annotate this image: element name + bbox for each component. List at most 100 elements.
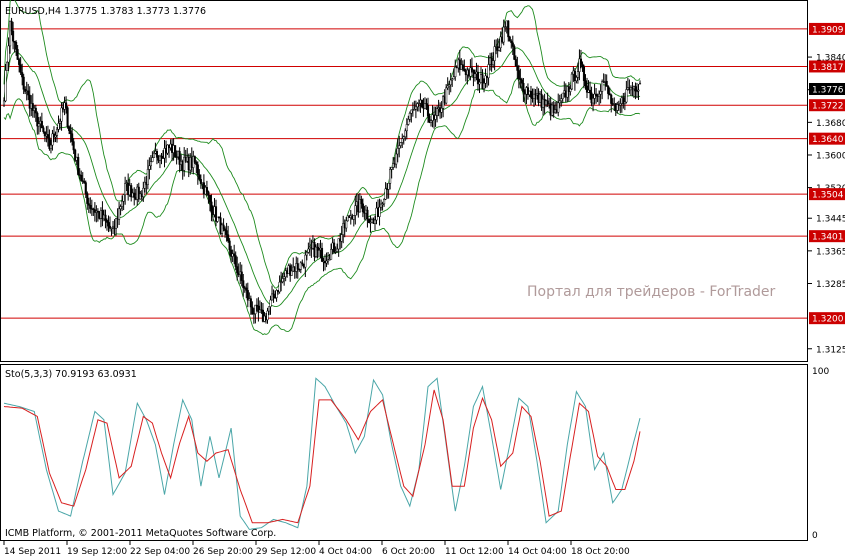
time-tick-label-0: 14 Sep 2011 xyxy=(4,547,61,557)
candle-body xyxy=(210,201,213,213)
candle-body xyxy=(42,127,45,132)
candle-body xyxy=(72,141,75,151)
candle-body xyxy=(634,86,637,92)
candle-body xyxy=(57,123,60,130)
candle-body xyxy=(66,107,69,127)
candle-body xyxy=(242,280,245,288)
candle-body xyxy=(492,60,495,66)
candle-body xyxy=(405,124,408,132)
candle-body xyxy=(440,107,443,113)
stochastic-panel: Sto(5,3,3) 70.9193 63.0931 ICMB Platform… xyxy=(0,364,829,541)
candle-body xyxy=(37,123,40,127)
candle-body xyxy=(5,61,9,71)
candle-body xyxy=(333,242,336,253)
candle-body xyxy=(205,187,208,193)
candle-body xyxy=(152,152,155,158)
candle-body xyxy=(454,66,457,78)
candle-body xyxy=(207,191,210,196)
candle-body xyxy=(21,72,24,78)
price-ticks: 1.38401.37601.36801.36001.35201.34451.33… xyxy=(808,54,845,355)
candle-body xyxy=(352,215,355,220)
candle-body xyxy=(605,80,608,87)
candle-body xyxy=(581,63,584,68)
candle-body xyxy=(87,203,90,206)
candle-body xyxy=(296,263,299,270)
candle-body xyxy=(520,79,523,84)
candle-body xyxy=(354,205,357,216)
candle-body xyxy=(146,169,149,185)
candle-body xyxy=(330,249,333,260)
candle-body xyxy=(493,46,496,61)
level-label-0: 1.3909 xyxy=(812,25,844,35)
candle-body xyxy=(582,66,586,81)
candle xyxy=(66,106,69,129)
stochastic-title: Sto(5,3,3) 70.9193 63.0931 xyxy=(5,369,137,380)
candle-body xyxy=(576,71,579,78)
candle xyxy=(570,71,573,90)
candle-body xyxy=(511,42,514,47)
time-tick-label-7: 11 Oct 12:00 xyxy=(445,547,504,557)
candle-body xyxy=(278,281,281,293)
candle-body xyxy=(325,260,328,264)
price-tick-label-5: 1.3445 xyxy=(816,215,845,225)
candle-body xyxy=(360,199,363,205)
candle-body xyxy=(124,183,127,196)
candle-body xyxy=(560,98,563,102)
candle-body xyxy=(68,126,71,131)
candle-body xyxy=(502,26,505,43)
candle-body xyxy=(80,175,83,181)
candle-body xyxy=(508,36,511,42)
candle-body xyxy=(77,157,80,175)
candle-body xyxy=(429,120,433,123)
candle-body xyxy=(345,220,348,229)
candle-body xyxy=(84,182,87,194)
candle-body xyxy=(436,108,439,116)
candle-body xyxy=(118,208,121,220)
candle-body xyxy=(236,266,239,274)
candle-body xyxy=(408,112,411,120)
candle-body xyxy=(86,193,89,204)
candle-body xyxy=(516,65,519,71)
candle-body xyxy=(638,82,642,85)
time-axis: 14 Sep 2011 19 Sep 12:00 22 Sep 04:00 26 Se… xyxy=(3,541,630,557)
candle-body xyxy=(473,73,476,78)
candle-body xyxy=(281,278,284,282)
level-label-3: 1.3640 xyxy=(812,135,844,145)
candle-body xyxy=(269,299,272,307)
candle-body xyxy=(225,230,228,235)
candle-body xyxy=(55,129,59,136)
candle-body xyxy=(267,306,271,312)
candle-body xyxy=(251,306,254,315)
candle xyxy=(513,44,516,61)
candle-body xyxy=(487,64,490,78)
candle-body xyxy=(402,136,405,139)
candle-body xyxy=(570,73,573,90)
candle-body xyxy=(290,270,293,276)
candle-body xyxy=(361,203,364,213)
candle-body xyxy=(19,64,22,73)
candle-body xyxy=(58,120,62,124)
candle-body xyxy=(151,157,154,162)
candle-body xyxy=(395,153,398,165)
candle-body xyxy=(142,187,145,198)
candle-body xyxy=(10,20,13,32)
candle-body xyxy=(133,192,136,198)
candle-body xyxy=(4,70,7,102)
candle-body xyxy=(224,228,227,231)
candle-body xyxy=(307,248,310,253)
time-tick-label-5: 4 Oct 04:00 xyxy=(319,547,372,557)
candle-body xyxy=(18,59,21,65)
candle-body xyxy=(558,100,561,104)
time-tick-label-9: 18 Oct 20:00 xyxy=(571,547,630,557)
candle-body xyxy=(396,148,399,155)
level-label-6: 1.3200 xyxy=(812,315,844,325)
candle-body xyxy=(529,90,533,98)
candle-body xyxy=(149,161,152,167)
level-label-2: 1.3722 xyxy=(812,102,844,112)
candle-body xyxy=(2,100,6,106)
price-tick-label-7: 1.3285 xyxy=(816,280,845,290)
candle-body xyxy=(34,107,37,114)
candle-body xyxy=(449,79,452,85)
chart-window: Портал для трейдеров - ForTrader EURUSD,… xyxy=(0,0,845,557)
candle-body xyxy=(71,133,74,142)
